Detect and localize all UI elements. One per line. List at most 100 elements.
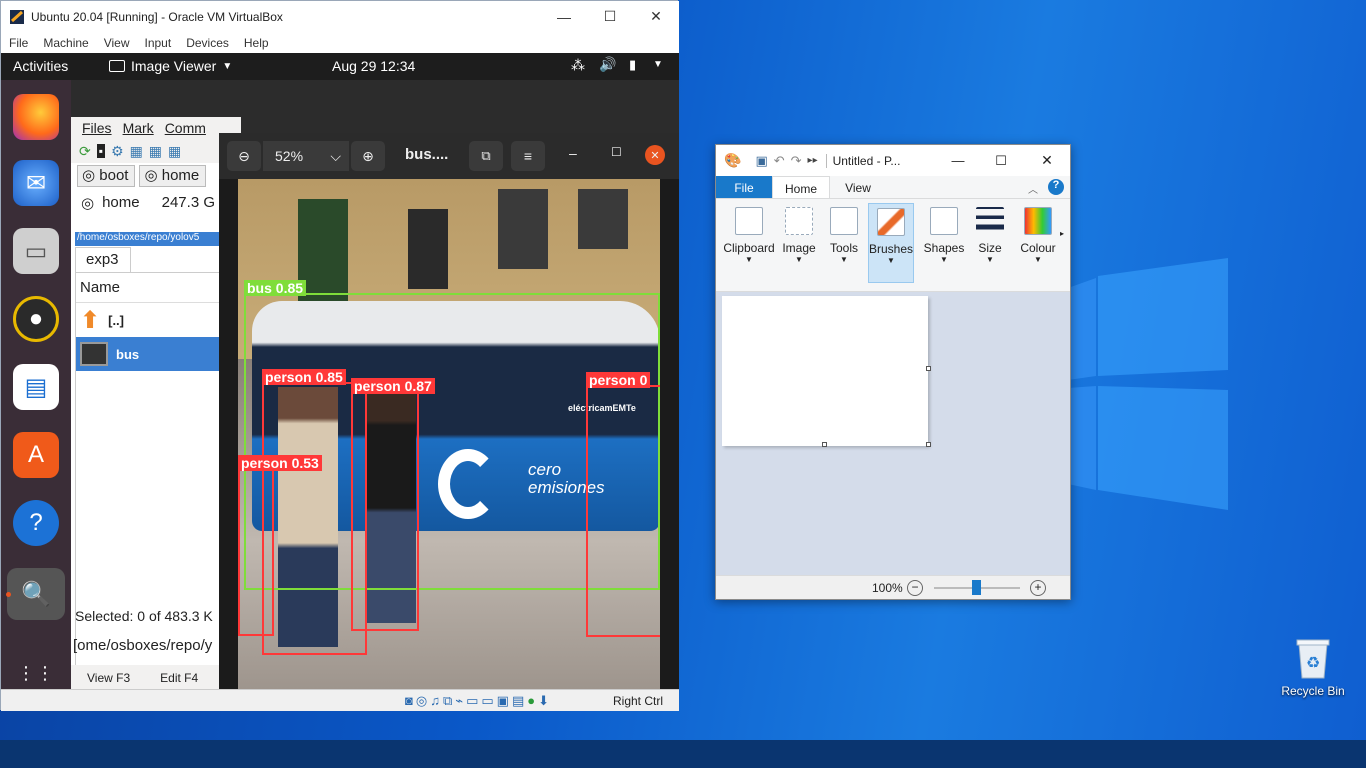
help-icon[interactable]: ? [1048, 179, 1064, 195]
resize-handle-corner[interactable] [926, 442, 931, 447]
paint-title-bar[interactable]: 🎨 ▣ ↶ ↷ ▸▸ Untitled - P... — ☐ ✕ [716, 145, 1070, 176]
virtualbox-icon [10, 9, 24, 24]
vbox-menu-input[interactable]: Input [145, 36, 172, 50]
optical-drive-icon[interactable]: ◎ [416, 693, 427, 709]
display-icon[interactable]: ▭ [481, 693, 493, 709]
save-icon[interactable]: ▣ [755, 153, 767, 169]
iv-close-button[interactable]: ✕ [645, 145, 665, 165]
resize-handle-right[interactable] [926, 366, 931, 371]
vbox-maximize-button[interactable]: ☐ [587, 1, 633, 32]
fm-menu-mark[interactable]: Mark [123, 120, 154, 136]
usb-icon[interactable]: ⌁ [455, 693, 463, 709]
resize-handle-bottom[interactable] [822, 442, 827, 447]
ubuntu-software-icon[interactable]: A [13, 432, 59, 478]
quick-access-chevron-icon[interactable]: ▸▸ [808, 155, 818, 166]
vbox-minimize-button[interactable]: — [541, 1, 587, 32]
thunderbird-icon[interactable]: ✉ [13, 160, 59, 206]
shared-folders-icon[interactable]: ▭ [466, 693, 478, 709]
vbox-title-bar[interactable]: Ubuntu 20.04 [Running] - Oracle VM Virtu… [1, 1, 679, 32]
files-icon[interactable]: ▭ [13, 228, 59, 274]
app-menu[interactable]: Image Viewer ▼ [109, 58, 232, 74]
zoom-out-button[interactable]: − [907, 580, 923, 596]
window-balcony [578, 189, 628, 249]
drive-name[interactable]: home [102, 194, 140, 212]
refresh-icon[interactable]: ⟳ [79, 143, 91, 160]
settings-icon[interactable]: ⚙ [111, 143, 124, 160]
collapse-ribbon-icon[interactable]: ︿ [1028, 176, 1038, 198]
battery-icon[interactable]: ▮ [629, 57, 636, 73]
drive-home-button[interactable]: ◎ home [139, 165, 207, 187]
redo-icon[interactable]: ↷ [791, 153, 802, 169]
activities-button[interactable]: Activities [13, 58, 68, 74]
tools-group[interactable]: Tools ▼ [824, 203, 864, 283]
hamburger-menu-button[interactable]: ≡ [511, 141, 545, 171]
guest-additions-icon[interactable]: ● [527, 693, 535, 709]
hard-disk-icon[interactable]: ◙ [405, 693, 413, 709]
libreoffice-writer-icon[interactable]: ▤ [13, 364, 59, 410]
command-line[interactable]: [ome/osboxes/repo/y [73, 637, 241, 654]
recycle-bin-desktop-icon[interactable]: ♻ Recycle Bin [1272, 636, 1354, 708]
zoom-level-dropdown[interactable]: 52% ⌵ [263, 141, 349, 171]
zoom-out-button[interactable]: ⊖ [227, 141, 261, 171]
fm-menu-commands[interactable]: Comm [165, 120, 206, 136]
vbox-menu-help[interactable]: Help [244, 36, 269, 50]
vbox-close-button[interactable]: ✕ [633, 1, 679, 32]
paint-minimize-button[interactable]: — [938, 153, 978, 168]
help-icon[interactable]: ? [13, 500, 59, 546]
gallery-button[interactable]: ⧉ [469, 141, 503, 171]
zoom-in-button[interactable]: ⊕ [351, 141, 385, 171]
vbox-menu-view[interactable]: View [104, 36, 130, 50]
path-bar[interactable]: /home/osboxes/repo/yolov5 [75, 232, 241, 246]
column-header-name[interactable]: Name [76, 273, 240, 303]
size-group[interactable]: Size ▼ [970, 203, 1010, 283]
list-item-selected[interactable]: bus [76, 337, 240, 371]
windows-taskbar[interactable] [0, 740, 1366, 768]
shapes-group[interactable]: Shapes ▼ [922, 203, 966, 283]
virtualization-icon[interactable]: ▤ [512, 693, 524, 709]
image-viewer-header[interactable]: ⊖ 52% ⌵ ⊕ bus.... ⧉ ≡ – ☐ ✕ [219, 133, 679, 179]
network-adapter-icon[interactable]: ⧉ [443, 693, 452, 709]
fm-menu-files[interactable]: Files [82, 120, 112, 136]
vbox-menu-devices[interactable]: Devices [186, 36, 229, 50]
edit-f4-button[interactable]: Edit F4 [160, 671, 198, 689]
zoom-in-button[interactable]: + [1030, 580, 1046, 596]
iv-maximize-button[interactable]: ☐ [611, 145, 622, 159]
brushes-group[interactable]: Brushes ▼ [868, 203, 914, 283]
vbox-menu-file[interactable]: File [9, 36, 28, 50]
network-icon[interactable]: ⁂ [571, 57, 585, 74]
ribbon-scroll-right-icon[interactable]: ▸ [1060, 229, 1064, 238]
iv-minimize-button[interactable]: – [569, 145, 577, 161]
terminal-icon[interactable]: ▪ [96, 144, 105, 158]
image-group[interactable]: Image ▼ [780, 203, 818, 283]
drive-boot-button[interactable]: ◎ boot [77, 165, 136, 187]
thumbnail-view-icon[interactable]: ▦ [168, 143, 181, 160]
rhythmbox-icon[interactable]: ● [13, 296, 59, 342]
image-viewer-dock-icon[interactable]: 🔍 [7, 568, 65, 620]
colours-group[interactable]: Colour ▼ [1018, 203, 1058, 283]
show-applications-icon[interactable]: ⋮⋮ [13, 650, 59, 689]
clock[interactable]: Aug 29 12:34 [332, 58, 415, 74]
detection-image[interactable]: cero emisiones eléctricamEMTe bus 0.85 p… [238, 179, 660, 689]
vbox-menu-machine[interactable]: Machine [43, 36, 88, 50]
paint-maximize-button[interactable]: ☐ [978, 153, 1024, 169]
mouse-integration-icon[interactable]: ⬇ [538, 693, 549, 709]
tab-view[interactable]: View [830, 176, 886, 198]
zoom-slider-thumb[interactable] [972, 580, 981, 595]
list-item[interactable]: ⬆ [..] [76, 303, 240, 337]
tab-exp3[interactable]: exp3 [75, 247, 131, 272]
paint-close-button[interactable]: ✕ [1024, 152, 1070, 169]
full-view-icon[interactable]: ▦ [149, 143, 162, 160]
recycle-bin-label: Recycle Bin [1281, 684, 1345, 698]
view-f3-button[interactable]: View F3 [87, 671, 130, 689]
tab-home[interactable]: Home [772, 176, 830, 198]
tab-file[interactable]: File [716, 176, 772, 198]
audio-icon[interactable]: ♫ [430, 693, 440, 709]
drawing-canvas[interactable] [722, 296, 928, 446]
system-menu-chevron-icon[interactable]: ▼ [653, 59, 663, 70]
video-capture-icon[interactable]: ▣ [497, 693, 509, 709]
clipboard-group[interactable]: Clipboard ▼ [722, 203, 776, 283]
firefox-icon[interactable] [13, 94, 59, 140]
undo-icon[interactable]: ↶ [774, 153, 785, 169]
volume-icon[interactable]: 🔊 [599, 56, 616, 73]
brief-view-icon[interactable]: ▦ [130, 143, 143, 160]
